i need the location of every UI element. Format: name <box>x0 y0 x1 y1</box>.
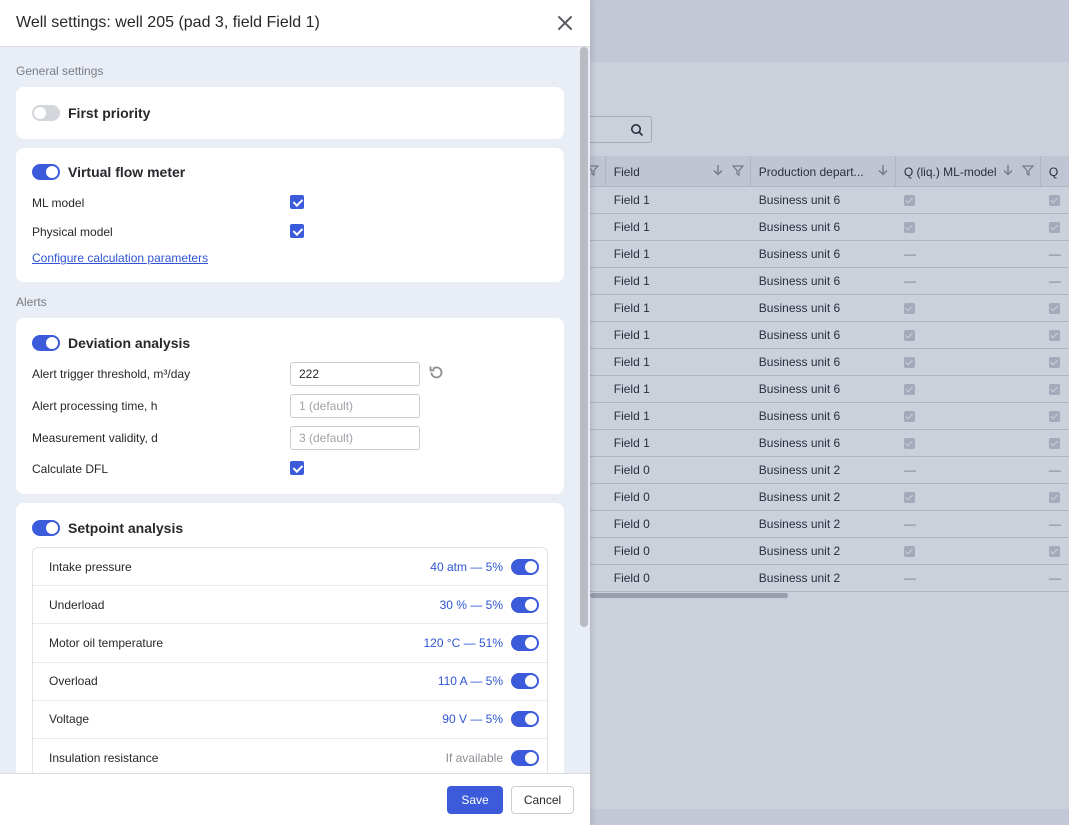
alert-processing-time-label: Alert processing time, h <box>32 399 158 413</box>
setpoint-analysis-card: Setpoint analysis Intake pressure 40 atm… <box>16 503 564 773</box>
first-priority-label: First priority <box>68 105 151 121</box>
setpoint-list: Intake pressure 40 atm — 5% Underload 30… <box>32 547 548 773</box>
calculate-dfl-checkbox[interactable] <box>290 461 304 475</box>
setpoint-row-insulation-resistance[interactable]: Insulation resistance If available <box>33 739 547 773</box>
physical-model-label: Physical model <box>32 225 113 239</box>
virtual-flow-meter-toggle[interactable] <box>32 164 60 180</box>
modal-title: Well settings: well 205 (pad 3, field Fi… <box>16 14 320 31</box>
modal-body: General settings First priority Virtual … <box>0 47 590 773</box>
close-icon[interactable] <box>556 14 574 32</box>
setpoint-value[interactable]: 120 °C — 51% <box>423 636 503 650</box>
modal-header: Well settings: well 205 (pad 3, field Fi… <box>0 0 590 47</box>
setpoint-value[interactable]: 110 A — 5% <box>438 674 503 688</box>
setpoint-row-underload[interactable]: Underload 30 % — 5% <box>33 586 547 625</box>
setpoint-analysis-label: Setpoint analysis <box>68 520 184 536</box>
alert-threshold-label: Alert trigger threshold, m³/day <box>32 367 191 381</box>
setpoint-row-overload[interactable]: Overload 110 A — 5% <box>33 663 547 701</box>
setpoint-toggle[interactable] <box>511 673 539 690</box>
first-priority-card: First priority <box>16 87 564 139</box>
section-label-general: General settings <box>16 64 104 78</box>
setpoint-name: Voltage <box>49 712 90 727</box>
setpoint-name: Overload <box>49 674 98 689</box>
alert-processing-time-input[interactable] <box>290 394 420 418</box>
ml-model-label: ML model <box>32 196 85 210</box>
setpoint-name: Underload <box>49 597 105 612</box>
configure-calculation-parameters-link[interactable]: Configure calculation parameters <box>32 251 208 265</box>
deviation-analysis-toggle[interactable] <box>32 335 60 351</box>
first-priority-toggle[interactable] <box>32 105 60 121</box>
reset-icon[interactable] <box>428 364 445 381</box>
setpoint-analysis-toggle[interactable] <box>32 520 60 536</box>
modal-footer: Save Cancel <box>0 773 590 825</box>
setpoint-toggle[interactable] <box>511 596 539 613</box>
setpoint-row-intake-pressure[interactable]: Intake pressure 40 atm — 5% <box>33 548 547 587</box>
measurement-validity-input[interactable] <box>290 426 420 450</box>
virtual-flow-meter-card: Virtual flow meter ML model Physical mod… <box>16 148 564 282</box>
deviation-analysis-label: Deviation analysis <box>68 335 191 351</box>
virtual-flow-meter-label: Virtual flow meter <box>68 164 186 180</box>
modal-scrollbar[interactable] <box>580 47 588 627</box>
setpoint-toggle[interactable] <box>511 711 539 728</box>
deviation-analysis-card: Deviation analysis Alert trigger thresho… <box>16 318 564 494</box>
ml-model-checkbox[interactable] <box>290 195 304 209</box>
setpoint-value: If available <box>445 750 503 765</box>
save-button[interactable]: Save <box>447 786 503 814</box>
setpoint-value[interactable]: 90 V — 5% <box>442 712 503 726</box>
alert-threshold-input[interactable] <box>290 362 420 386</box>
physical-model-checkbox[interactable] <box>290 224 304 238</box>
setpoint-row-voltage[interactable]: Voltage 90 V — 5% <box>33 701 547 739</box>
setpoint-value[interactable]: 40 atm — 5% <box>430 560 503 574</box>
setpoint-toggle[interactable] <box>511 749 539 766</box>
setpoint-toggle[interactable] <box>511 634 539 651</box>
setpoint-name: Motor oil temperature <box>49 635 164 650</box>
measurement-validity-label: Measurement validity, d <box>32 431 158 445</box>
section-label-alerts: Alerts <box>16 295 47 309</box>
setpoint-row-motor-oil-temperature[interactable]: Motor oil temperature 120 °C — 51% <box>33 624 547 663</box>
calculate-dfl-label: Calculate DFL <box>32 462 109 476</box>
cancel-button[interactable]: Cancel <box>511 786 574 814</box>
setpoint-name: Intake pressure <box>49 559 132 574</box>
setpoint-toggle[interactable] <box>511 558 539 575</box>
setpoint-value[interactable]: 30 % — 5% <box>440 598 503 612</box>
well-settings-modal: Well settings: well 205 (pad 3, field Fi… <box>0 0 590 825</box>
setpoint-name: Insulation resistance <box>49 750 159 765</box>
